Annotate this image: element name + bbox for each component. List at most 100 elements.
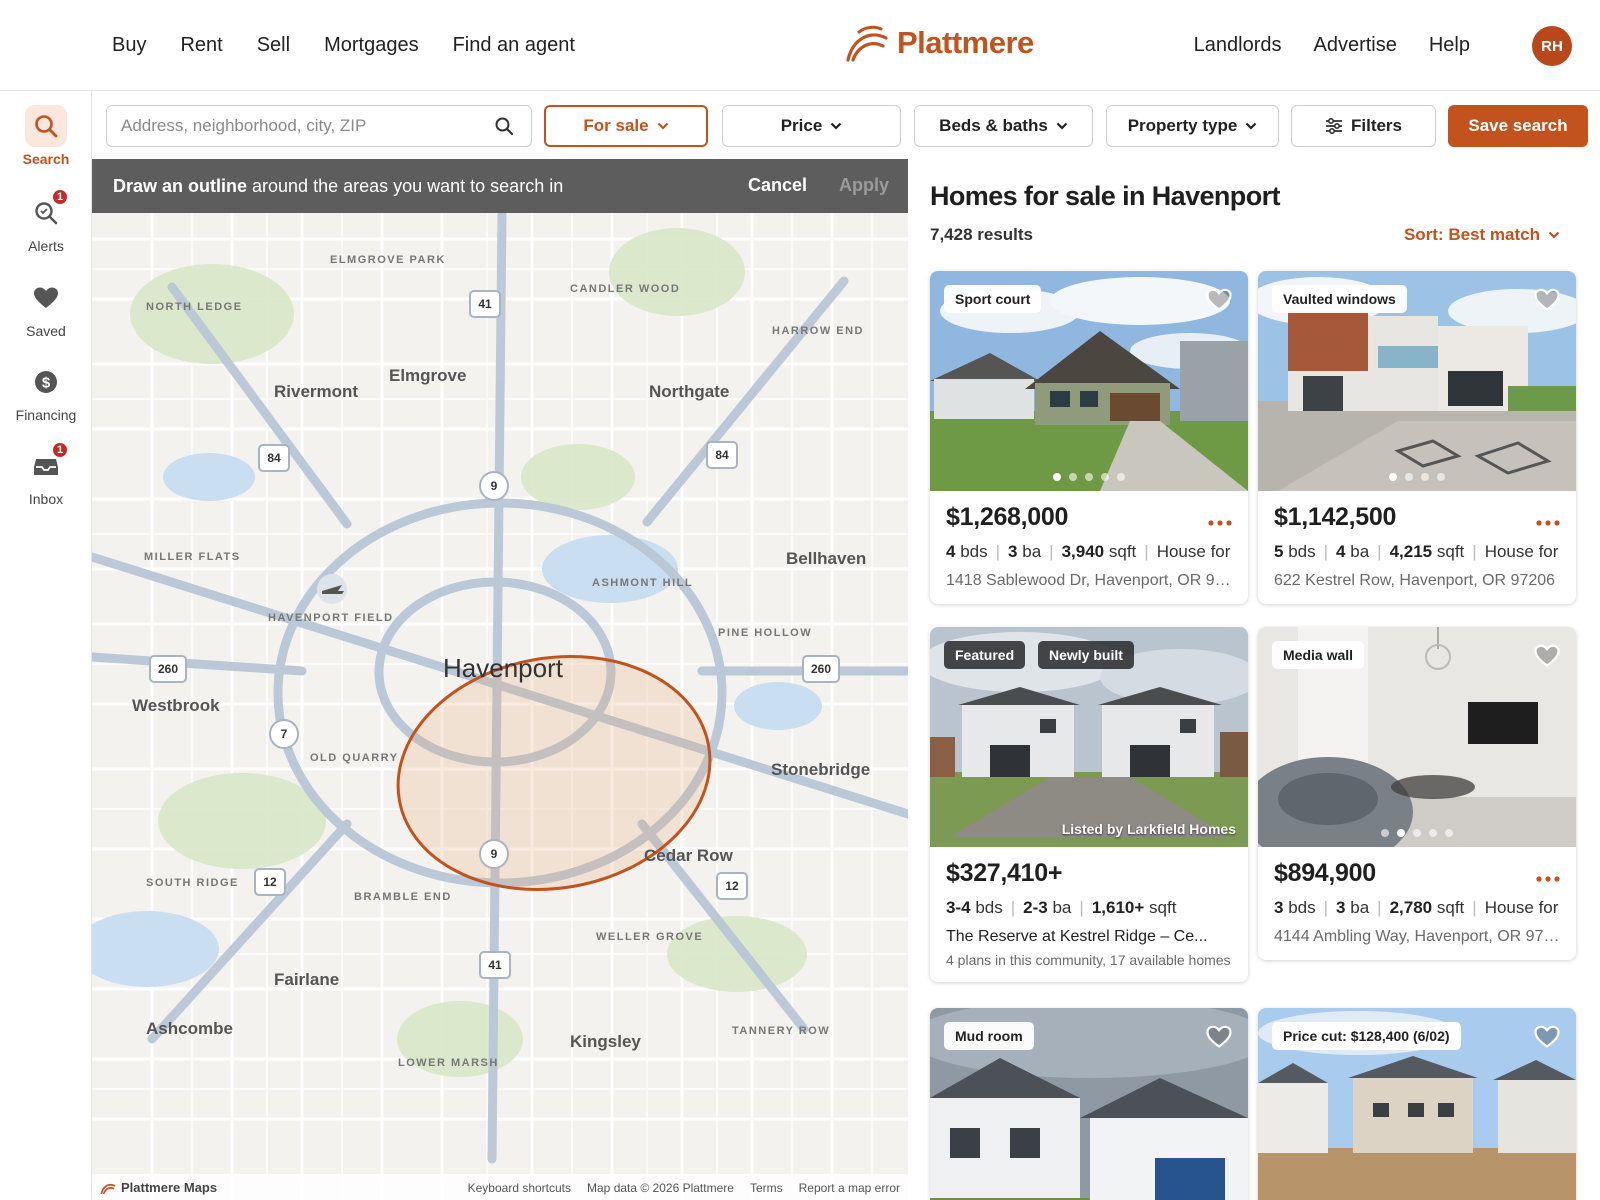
- more-options-icon[interactable]: [1536, 513, 1560, 531]
- location-search-input[interactable]: [106, 105, 532, 147]
- rail-item-inbox[interactable]: 1 Inbox: [0, 441, 92, 507]
- listing-photo[interactable]: Mud room: [930, 1008, 1248, 1200]
- map-canvas[interactable]: [92, 159, 908, 1200]
- community-name: The Reserve at Kestrel Ridge – Ce...: [946, 928, 1208, 945]
- draw-cancel-button[interactable]: Cancel: [748, 175, 807, 196]
- rail-label: Saved: [26, 323, 66, 339]
- rail-item-saved[interactable]: Saved: [0, 277, 92, 339]
- nav-sell-link[interactable]: Sell: [257, 34, 290, 57]
- sort-dropdown[interactable]: Sort: Best match: [1404, 225, 1560, 245]
- listing-photo[interactable]: Sport court: [930, 271, 1248, 491]
- price-dropdown[interactable]: Price: [722, 105, 901, 147]
- inbox-badge: 1: [51, 441, 69, 459]
- search-icon: [25, 105, 67, 147]
- svg-text:$: $: [42, 375, 51, 392]
- save-heart-icon[interactable]: [1206, 1025, 1232, 1049]
- draw-instruction-rest: around the areas you want to search in: [247, 175, 564, 196]
- nav-advertise-link[interactable]: Advertise: [1313, 34, 1396, 57]
- chevron-down-icon: [1246, 122, 1257, 130]
- photo-pager[interactable]: [1258, 829, 1576, 837]
- listing-photo[interactable]: Price cut: $128,400 (6/02): [1258, 1008, 1576, 1200]
- user-avatar[interactable]: RH: [1532, 26, 1572, 66]
- listing-type-dropdown[interactable]: For sale: [544, 105, 708, 147]
- community-availability: 4 plans in this community, 17 available …: [946, 952, 1231, 968]
- draw-apply-button[interactable]: Apply: [839, 175, 889, 196]
- listing-photo[interactable]: Vaulted windows: [1258, 271, 1576, 491]
- rail-label: Financing: [15, 407, 77, 423]
- filters-button[interactable]: Filters: [1291, 105, 1436, 147]
- alert-search-icon: 1: [25, 188, 69, 234]
- listing-price: $327,410+: [946, 859, 1063, 887]
- filters-label: Filters: [1350, 116, 1403, 135]
- brand-mark-icon: [846, 25, 888, 62]
- listing-price: $1,268,000: [946, 503, 1069, 531]
- listing-card[interactable]: Sport court $1,268,000 4 bds | 3 ba | 3,940 …: [930, 271, 1248, 604]
- listing-tag: Mud room: [944, 1022, 1034, 1050]
- beds-baths-dropdown[interactable]: Beds & baths: [914, 105, 1093, 147]
- listing-facts: 3 bds|3 ba|2,780 sqft|House for sale: [1274, 898, 1560, 917]
- listing-price: $1,142,500: [1274, 503, 1397, 531]
- map-data-notice: Map data © 2026 Plattmere: [587, 1181, 734, 1195]
- primary-nav: Buy Rent Sell Mortgages Find an agent: [112, 0, 575, 91]
- listing-type-label: For sale: [583, 116, 649, 135]
- results-count: 7,428 results: [930, 225, 1034, 244]
- top-nav: Buy Rent Sell Mortgages Find an agent Pl…: [0, 0, 1600, 91]
- heart-icon: [25, 277, 67, 319]
- property-type-dropdown[interactable]: Property type: [1106, 105, 1279, 147]
- listing-card[interactable]: Vaulted windows $1,142,500 5 bds | 4 ba | 4,…: [1258, 271, 1576, 604]
- rail-item-alerts[interactable]: 1 Alerts: [0, 188, 92, 254]
- save-search-button[interactable]: Save search: [1448, 105, 1588, 147]
- save-heart-icon[interactable]: [1534, 1025, 1560, 1049]
- photo-pager[interactable]: [930, 473, 1248, 481]
- save-heart-icon[interactable]: [1534, 288, 1560, 312]
- more-options-icon[interactable]: [1536, 869, 1560, 887]
- search-icon[interactable]: [494, 116, 514, 141]
- listing-facts: 4 bds|3 ba|3,940 sqft|House for sale: [946, 542, 1232, 561]
- listing-photo[interactable]: Featured Newly built Listed by Larkfield…: [930, 627, 1248, 847]
- listing-tag: Newly built: [1038, 641, 1134, 669]
- rail-item-financing[interactable]: $ Financing: [0, 361, 92, 423]
- nav-landlords-link[interactable]: Landlords: [1194, 34, 1282, 57]
- map-brand-label: Plattmere Maps: [121, 1180, 218, 1195]
- more-options-icon[interactable]: [1208, 513, 1232, 531]
- save-heart-icon[interactable]: [1206, 288, 1232, 312]
- listing-card[interactable]: Featured Newly built Listed by Larkfield…: [930, 627, 1248, 982]
- map-panel[interactable]: Havenport Rivermont Elmgrove Northgate B…: [92, 159, 908, 1200]
- rail-label: Inbox: [28, 491, 64, 507]
- listing-tag: Media wall: [1272, 641, 1365, 669]
- nav-find-agent-link[interactable]: Find an agent: [453, 34, 575, 57]
- chevron-down-icon: [1056, 122, 1068, 130]
- brand-logo[interactable]: Plattmere: [845, 24, 1034, 62]
- listing-details: $1,268,000 4 bds | 3 ba | 3,940 sqft | House f…: [930, 491, 1248, 604]
- listing-price: $894,900: [1274, 859, 1376, 887]
- chevron-down-icon: [657, 122, 668, 130]
- report-map-error-link[interactable]: Report a map error: [799, 1181, 900, 1195]
- left-rail: Search 1 Alerts Saved $ Financing 1 Inbo…: [0, 91, 92, 1200]
- listing-facts: 3-4 bds | 2-3 ba | 1,610+ sqft: [946, 898, 1177, 917]
- nav-rent-link[interactable]: Rent: [180, 34, 222, 57]
- rail-item-search[interactable]: Search: [0, 105, 92, 167]
- listing-card[interactable]: Price cut: $128,400 (6/02): [1258, 1008, 1576, 1200]
- search-filter-bar: For sale Price Beds & baths Property typ…: [92, 91, 1600, 159]
- rail-label: Alerts: [28, 238, 64, 254]
- listing-card[interactable]: Media wall $894,900 3 bds | 3 ba | 2,780 sqf…: [1258, 627, 1576, 960]
- listing-tag: Vaulted windows: [1272, 285, 1407, 313]
- save-heart-icon[interactable]: [1534, 644, 1560, 668]
- listing-photo[interactable]: Media wall: [1258, 627, 1576, 847]
- nav-help-link[interactable]: Help: [1429, 34, 1470, 57]
- secondary-nav: Landlords Advertise Help: [1194, 0, 1470, 91]
- photo-pager[interactable]: [1258, 473, 1576, 481]
- alerts-badge: 1: [51, 188, 69, 206]
- nav-buy-link[interactable]: Buy: [112, 34, 146, 57]
- listing-address: 4144 Ambling Way, Havenport, OR 97211: [1274, 928, 1560, 945]
- draw-instruction: Draw an outline around the areas you wan…: [113, 176, 563, 197]
- listed-by: Listed by Larkfield Homes: [1061, 821, 1236, 837]
- terms-link[interactable]: Terms: [750, 1181, 783, 1195]
- brand-mark-icon: [100, 1183, 116, 1194]
- nav-mortgages-link[interactable]: Mortgages: [324, 34, 419, 57]
- overflow-count[interactable]: 7: [1577, 113, 1588, 135]
- keyboard-shortcuts-link[interactable]: Keyboard shortcuts: [468, 1181, 571, 1195]
- listing-details: $327,410+ 3-4 bds | 2-3 ba | 1,610+ sqft The…: [930, 847, 1248, 982]
- listing-facts: 5 bds|4 ba|4,215 sqft|House for sale: [1274, 542, 1560, 561]
- listing-card[interactable]: Mud room: [930, 1008, 1248, 1200]
